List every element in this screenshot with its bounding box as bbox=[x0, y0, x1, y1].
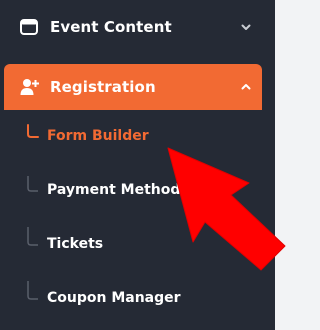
sidebar-subitem-payment-methods[interactable]: Payment Methods bbox=[0, 175, 262, 205]
subitem-label: Payment Methods bbox=[47, 182, 189, 198]
sidebar-subitem-tickets[interactable]: Tickets bbox=[0, 229, 262, 259]
main-content-area bbox=[275, 0, 303, 330]
sidebar-subitem-form-builder[interactable]: Form Builder bbox=[0, 121, 262, 151]
add-user-icon bbox=[20, 78, 40, 96]
sidebar-subitem-coupon-manager[interactable]: Coupon Manager bbox=[0, 283, 262, 313]
sidebar-item-label: Registration bbox=[50, 78, 156, 96]
sidebar: Event Content Registration Form Builder … bbox=[0, 0, 275, 330]
chevron-down-icon[interactable] bbox=[240, 21, 252, 33]
subitem-label: Form Builder bbox=[47, 128, 149, 144]
calendar-window-icon bbox=[20, 19, 38, 35]
registration-submenu: Form Builder Payment Methods Tickets Cou… bbox=[0, 110, 275, 330]
chevron-up-icon[interactable] bbox=[240, 81, 252, 93]
subitem-label: Coupon Manager bbox=[47, 290, 181, 306]
sidebar-item-label: Event Content bbox=[50, 18, 172, 36]
sidebar-item-event-content[interactable]: Event Content bbox=[0, 8, 262, 46]
subitem-label: Tickets bbox=[47, 236, 104, 252]
sidebar-item-registration[interactable]: Registration bbox=[4, 64, 262, 110]
